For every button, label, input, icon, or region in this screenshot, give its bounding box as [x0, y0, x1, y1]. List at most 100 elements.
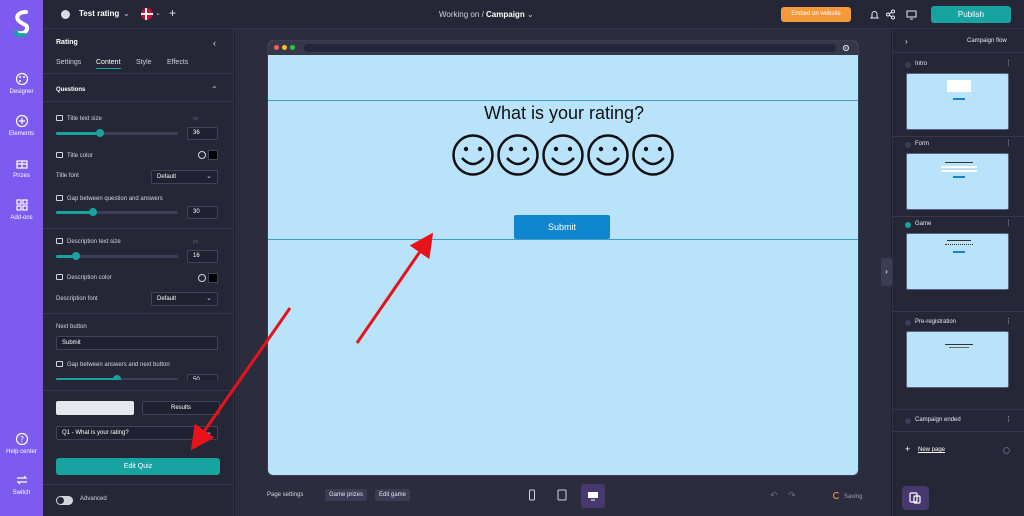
color-picker-icon[interactable]	[198, 151, 206, 159]
page-settings-link[interactable]: Page settings	[267, 492, 303, 498]
page-status-dot-icon	[905, 62, 911, 68]
slider-handle[interactable]	[89, 208, 97, 216]
edit-game-button[interactable]: Edit game	[375, 489, 411, 501]
question-title[interactable]: What is your rating?	[268, 103, 858, 124]
thumb-field	[941, 170, 977, 172]
page-preview[interactable]: What is your rating? Submit	[267, 40, 859, 476]
more-icon[interactable]: ⋮	[1005, 317, 1012, 325]
title-text-size-input[interactable]: 36	[187, 127, 218, 140]
rail-elements[interactable]: Elements	[0, 114, 43, 137]
smiley-icon[interactable]	[541, 133, 585, 177]
chevron-down-icon: ⌄	[206, 173, 212, 180]
tab-style[interactable]: Style	[136, 59, 152, 66]
preview-monitor-icon[interactable]	[906, 9, 917, 20]
desc-font-select[interactable]: Default ⌄	[151, 292, 218, 306]
flow-page-campaign-ended[interactable]: Campaign ended	[915, 417, 961, 423]
expand-flow-chevron-icon[interactable]: ›	[881, 258, 892, 286]
tab-content[interactable]: Content	[96, 59, 121, 69]
rail-designer[interactable]: Designer	[0, 72, 43, 95]
section-guide-line	[268, 239, 858, 240]
section-questions[interactable]: Questions	[56, 87, 85, 93]
color-picker-icon[interactable]	[198, 274, 206, 282]
desc-text-size-slider[interactable]	[56, 252, 178, 260]
page-thumbnail-form[interactable]	[906, 153, 1009, 210]
flow-page-pre-registration[interactable]: Pre-registration	[915, 319, 956, 325]
flow-expand-chevron-icon[interactable]: ›	[905, 37, 908, 46]
title-color-swatch[interactable]	[208, 150, 218, 160]
desc-text-size-label: Description text size	[56, 238, 121, 245]
gear-icon[interactable]	[842, 44, 850, 52]
slider-handle[interactable]	[113, 375, 121, 380]
divider	[43, 313, 234, 314]
project-chevron-down-icon[interactable]: ⌄	[123, 9, 130, 18]
more-icon[interactable]: ⋮	[1005, 415, 1012, 423]
edit-quiz-button[interactable]: Edit Quiz	[56, 458, 220, 475]
tab-settings[interactable]: Settings	[56, 59, 81, 66]
tab-effects[interactable]: Effects	[167, 59, 188, 66]
working-value: Campaign	[486, 10, 525, 19]
slider-handle[interactable]	[96, 129, 104, 137]
submit-button[interactable]: Submit	[514, 215, 610, 239]
rail-switch[interactable]: Switch	[0, 473, 43, 496]
new-page-plus-icon[interactable]: +	[905, 444, 910, 454]
flow-page-form[interactable]: Form	[915, 141, 929, 147]
desktop-device-button[interactable]	[581, 484, 605, 508]
add-language-icon[interactable]: +	[169, 6, 176, 20]
working-on[interactable]: Working on / Campaign ⌄	[439, 10, 534, 19]
advanced-toggle[interactable]	[56, 496, 73, 505]
info-icon[interactable]	[1003, 447, 1010, 454]
title-font-select[interactable]: Default ⌄	[151, 170, 218, 184]
smiley-icon[interactable]	[451, 133, 495, 177]
page-thumbnail-pre-registration[interactable]	[906, 331, 1009, 388]
mobile-device-icon[interactable]	[525, 488, 539, 502]
game-prizes-button[interactable]: Game prizes	[325, 489, 368, 501]
questions-toggle-button[interactable]: Questions	[56, 401, 134, 415]
page-thumbnail-intro[interactable]	[906, 73, 1009, 130]
title-text-size-slider[interactable]	[56, 129, 178, 137]
flow-page-intro[interactable]: Intro	[915, 61, 927, 67]
desc-color-swatch[interactable]	[208, 273, 218, 283]
flow-page-game[interactable]: Game	[915, 221, 931, 227]
divider	[43, 101, 234, 102]
question-select[interactable]: Q1 - What is your rating? ⌄	[56, 426, 218, 440]
new-page-link[interactable]: New page	[918, 447, 945, 453]
spinner-icon	[833, 492, 840, 499]
project-name[interactable]: Test rating	[79, 9, 119, 18]
desc-text-size-input[interactable]: 16	[187, 250, 218, 263]
results-toggle-button[interactable]: Results	[142, 401, 220, 415]
embed-on-website-button[interactable]: Embed on website	[781, 7, 851, 22]
section-chevron-up-icon[interactable]: ⌃	[211, 85, 218, 94]
more-icon[interactable]: ⋮	[1005, 59, 1012, 67]
undo-icon[interactable]: ↶	[770, 490, 778, 501]
smiley-icon[interactable]	[586, 133, 630, 177]
gap-qa-input[interactable]: 30	[187, 206, 218, 219]
page-thumbnail-game[interactable]	[906, 233, 1009, 290]
gap-next-slider[interactable]	[56, 375, 178, 380]
language-chevron-down-icon[interactable]: ⌄	[155, 9, 161, 17]
gap-next-input[interactable]: 50	[187, 374, 218, 380]
share-icon[interactable]	[885, 9, 896, 20]
more-icon[interactable]: ⋮	[1005, 139, 1012, 147]
rail-help-center[interactable]: ? Help center	[0, 432, 43, 455]
rail-addons[interactable]: Add-ons	[0, 198, 43, 221]
rail-prizes[interactable]: Prizes	[0, 156, 43, 179]
bell-icon[interactable]	[869, 9, 880, 20]
top-bar: Test rating ⌄ ⌄ + Working on / Campaign …	[43, 0, 1024, 29]
denmark-flag-icon[interactable]	[141, 8, 153, 20]
smiley-icon[interactable]	[496, 133, 540, 177]
next-button-input[interactable]: Submit	[56, 336, 218, 350]
title-font-label: Title font	[56, 173, 79, 179]
publish-button[interactable]: Publish	[931, 6, 1011, 23]
thumb-line	[947, 240, 971, 241]
tablet-device-icon[interactable]	[555, 488, 569, 502]
grid-icon	[15, 198, 29, 212]
gap-qa-slider[interactable]	[56, 208, 178, 216]
gift-icon	[15, 156, 29, 170]
redo-icon[interactable]: ↷	[788, 490, 796, 501]
more-icon[interactable]: ⋮	[1005, 219, 1012, 227]
collapse-panel-chevron-icon[interactable]: ‹	[213, 38, 216, 48]
smiley-icon[interactable]	[631, 133, 675, 177]
app-logo-icon[interactable]	[10, 8, 34, 38]
slider-handle[interactable]	[72, 252, 80, 260]
chat-button[interactable]	[902, 486, 929, 510]
